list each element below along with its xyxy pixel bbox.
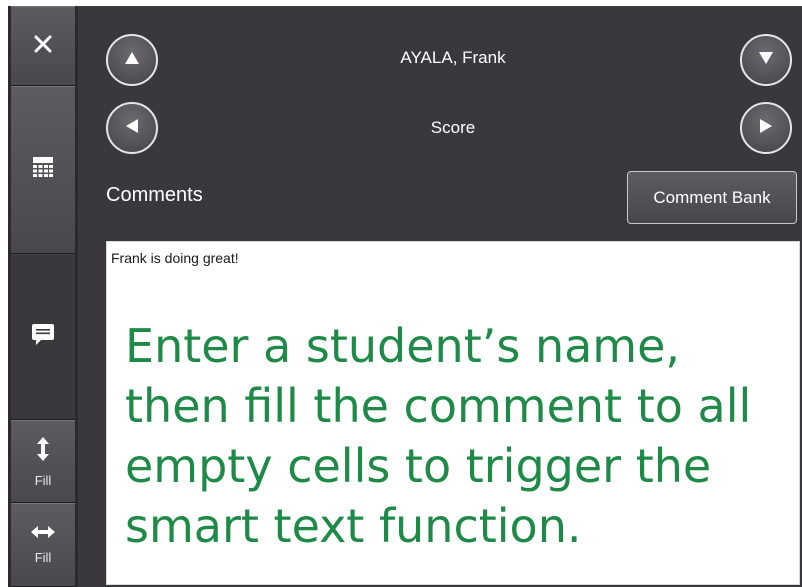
next-student-button[interactable] [740, 34, 792, 86]
close-icon [34, 35, 52, 58]
instruction-overlay: Enter a student’s name, then fill the co… [125, 319, 752, 553]
fill-horizontal-label: Fill [34, 550, 52, 565]
fill-vertical-button[interactable]: Fill [11, 420, 75, 503]
grid-calculator-icon [32, 156, 54, 185]
fill-vertical-label: Fill [34, 472, 52, 488]
comment-text: Frank is doing great! [111, 250, 239, 266]
column-name: Score [430, 118, 476, 137]
gradebook-button[interactable] [11, 86, 75, 254]
sidebar: Fill Fill [8, 6, 78, 587]
speech-bubble-icon [31, 322, 55, 353]
next-column-button[interactable] [740, 102, 792, 154]
app-window: Fill Fill AYALA, Frank Score Comments Co… [8, 6, 802, 587]
triangle-up-icon [124, 51, 140, 70]
vertical-arrows-icon [36, 436, 50, 467]
previous-column-button[interactable] [106, 102, 158, 154]
triangle-down-icon [758, 51, 774, 70]
fill-horizontal-button[interactable]: Fill [11, 503, 75, 587]
comments-button[interactable] [11, 254, 75, 420]
student-name: AYALA, Frank [400, 48, 506, 67]
close-button[interactable] [11, 6, 75, 86]
comment-bank-button[interactable]: Comment Bank [627, 171, 797, 224]
comments-label: Comments [106, 184, 203, 206]
horizontal-arrows-icon [30, 525, 56, 544]
previous-student-button[interactable] [106, 34, 158, 86]
triangle-left-icon [125, 118, 139, 139]
triangle-right-icon [759, 118, 773, 139]
comment-textarea[interactable]: Frank is doing great! Enter a student’s … [106, 241, 800, 585]
